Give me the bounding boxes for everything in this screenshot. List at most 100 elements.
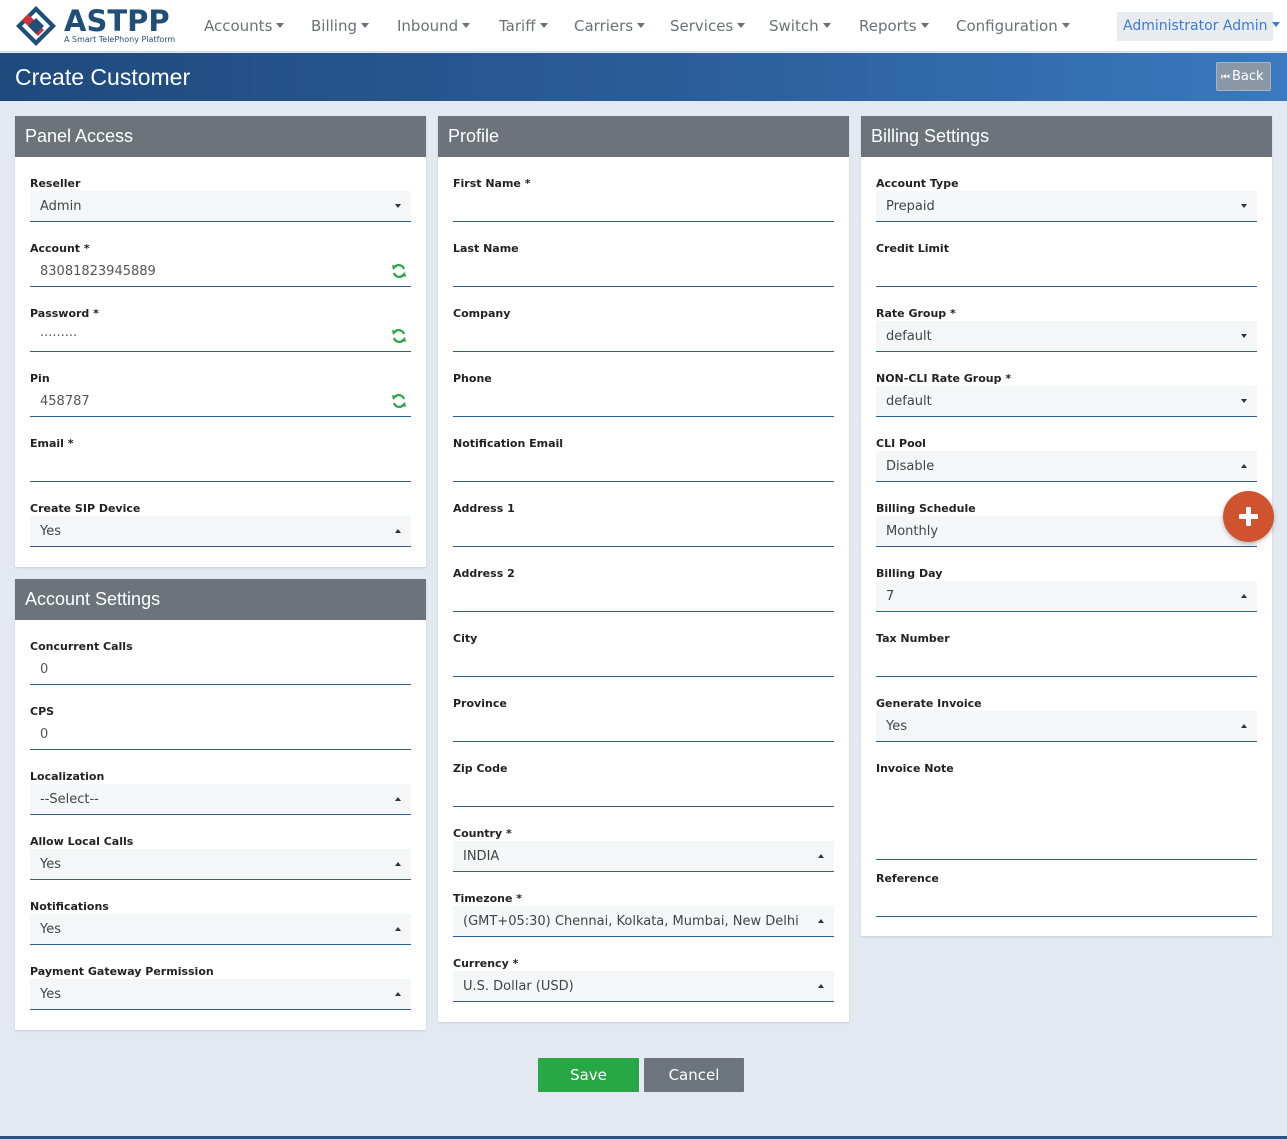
nav-label: Reports [859, 17, 917, 35]
field-label: Timezone * [453, 892, 523, 905]
add-fab-button[interactable] [1223, 491, 1274, 542]
nav-label: Accounts [204, 17, 273, 35]
field-label: Credit Limit [876, 242, 949, 255]
caret-down-icon [1061, 23, 1070, 28]
field-label: CPS [30, 705, 55, 718]
field-label: Account * [30, 242, 90, 255]
field-value: Disable [886, 459, 935, 474]
caret-down-icon [637, 23, 646, 28]
nav-inbound[interactable]: Inbound [397, 17, 471, 35]
zip-code-input[interactable] [453, 776, 834, 807]
field-value: 0 [40, 662, 49, 677]
caret-down-icon [737, 23, 746, 28]
concurrent-calls-input[interactable]: 0 [30, 654, 411, 685]
field-label: Zip Code [453, 762, 508, 775]
country-select[interactable]: INDIA [453, 841, 834, 872]
brand-logo[interactable]: ASTPP A Smart TelePhony Platform [14, 4, 180, 48]
nav-tariff[interactable]: Tariff [499, 17, 548, 35]
credit-limit-input[interactable] [876, 256, 1257, 287]
reseller-select[interactable]: Admin [30, 191, 411, 222]
back-icon: ⏮ [1221, 72, 1230, 83]
payment-gateway-permission-select[interactable]: Yes [30, 979, 411, 1010]
caret-up-icon [818, 919, 824, 923]
field-label: Company [453, 307, 511, 320]
city-input[interactable] [453, 646, 834, 677]
back-button[interactable]: ⏮ Back [1216, 62, 1271, 91]
caret-up-icon [818, 984, 824, 988]
field-label: First Name * [453, 177, 531, 190]
last-name-input[interactable] [453, 256, 834, 287]
billing-schedule-select[interactable]: Monthly [876, 516, 1257, 547]
caret-down-icon [1241, 399, 1247, 403]
non-cli-rate-group-select[interactable]: default [876, 386, 1257, 417]
timezone-select[interactable]: (GMT+05:30) Chennai, Kolkata, Mumbai, Ne… [453, 906, 834, 937]
user-menu[interactable]: Administrator Admin [1117, 12, 1280, 41]
reference-input[interactable] [876, 886, 1257, 917]
allow-local-calls-select[interactable]: Yes [30, 849, 411, 880]
field-label: Last Name [453, 242, 519, 255]
first-name-input[interactable] [453, 191, 834, 222]
field-value: 83081823945889 [40, 264, 156, 279]
field-label: Invoice Note [876, 762, 954, 775]
nav-configuration[interactable]: Configuration [956, 17, 1070, 35]
nav-switch[interactable]: Switch [769, 17, 831, 35]
rate-group-select[interactable]: default [876, 321, 1257, 352]
phone-input[interactable] [453, 386, 834, 417]
generate-invoice-select[interactable]: Yes [876, 711, 1257, 742]
cps-input[interactable]: 0 [30, 719, 411, 750]
panel-profile: Profile First Name * Last Name Company Phon… [438, 116, 849, 1022]
refresh-icon[interactable] [391, 328, 407, 344]
address-2-input[interactable] [453, 581, 834, 612]
nav-billing[interactable]: Billing [311, 17, 369, 35]
field-label: Address 2 [453, 567, 515, 580]
nav-services[interactable]: Services [670, 17, 746, 35]
nav-accounts[interactable]: Accounts [204, 17, 285, 35]
field-label: Reseller [30, 177, 81, 190]
create-sip-device-select[interactable]: Yes [30, 516, 411, 547]
email-input[interactable] [30, 451, 411, 482]
field-label: Billing Schedule [876, 502, 976, 515]
company-input[interactable] [453, 321, 834, 352]
panel-billing-settings: Billing Settings Account Type Prepaid Cred… [861, 116, 1272, 936]
nav-label: Switch [769, 17, 819, 35]
caret-up-icon [1241, 724, 1247, 728]
field-label: Tax Number [876, 632, 950, 645]
address-1-input[interactable] [453, 516, 834, 547]
field-value: Prepaid [886, 199, 935, 214]
brand-name: ASTPP [64, 4, 170, 38]
notifications-select[interactable]: Yes [30, 914, 411, 945]
caret-down-icon [822, 23, 831, 28]
field-label: Phone [453, 372, 492, 385]
pin-input[interactable]: 458787 [30, 386, 411, 417]
cancel-button[interactable]: Cancel [644, 1058, 744, 1092]
field-value: 0 [40, 727, 49, 742]
caret-down-icon [539, 23, 548, 28]
field-label: Password * [30, 307, 99, 320]
caret-up-icon [395, 927, 401, 931]
account-type-select[interactable]: Prepaid [876, 191, 1257, 222]
field-value: INDIA [463, 849, 500, 864]
nav-carriers[interactable]: Carriers [574, 17, 646, 35]
nav-label: Configuration [956, 17, 1058, 35]
field-value: ········· [40, 329, 78, 344]
field-value: Yes [886, 719, 907, 734]
caret-up-icon [1241, 464, 1247, 468]
localization-select[interactable]: --Select-- [30, 784, 411, 815]
nav-reports[interactable]: Reports [859, 17, 929, 35]
field-label: Billing Day [876, 567, 943, 580]
save-button[interactable]: Save [538, 1058, 639, 1092]
refresh-icon[interactable] [391, 263, 407, 279]
billing-day-select[interactable]: 7 [876, 581, 1257, 612]
tax-number-input[interactable] [876, 646, 1257, 677]
cli-pool-select[interactable]: Disable [876, 451, 1257, 482]
nav-label: Inbound [397, 17, 459, 35]
account-input[interactable]: 83081823945889 [30, 256, 411, 287]
notification-email-input[interactable] [453, 451, 834, 482]
password-input[interactable]: ········· [30, 321, 411, 352]
field-value: 7 [886, 589, 895, 604]
invoice-note-input[interactable] [876, 776, 1257, 860]
currency-select[interactable]: U.S. Dollar (USD) [453, 971, 834, 1002]
province-input[interactable] [453, 711, 834, 742]
refresh-icon[interactable] [391, 393, 407, 409]
caret-down-icon [395, 204, 401, 208]
